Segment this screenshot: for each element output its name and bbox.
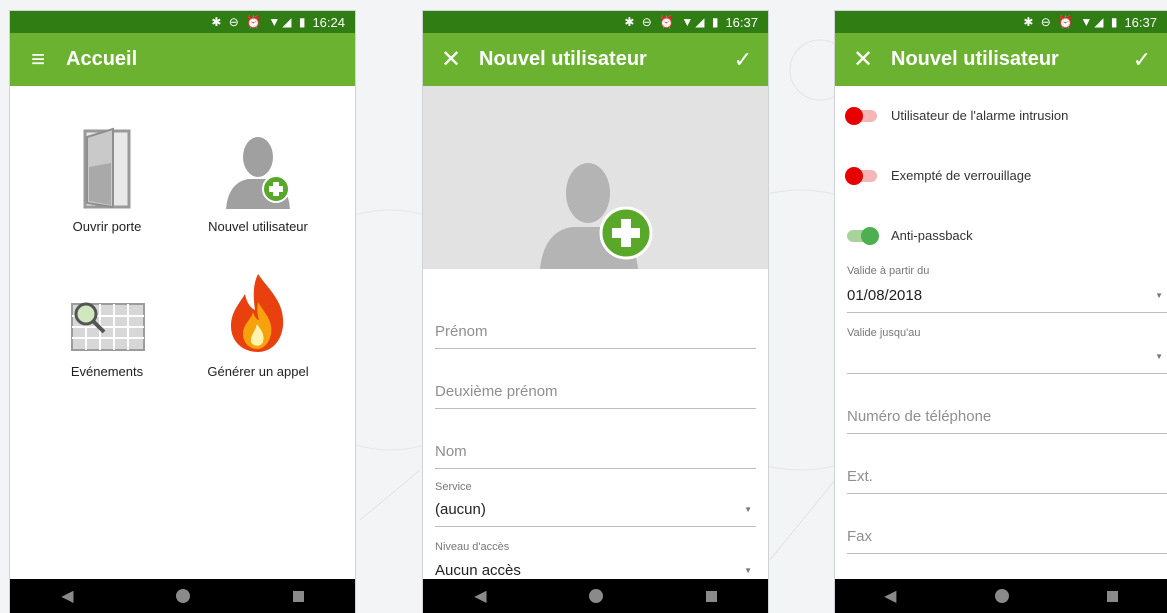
dropdown-caret-icon: ▼ xyxy=(1155,352,1163,361)
app-bar: ✕ Nouvel utilisateur ✓ xyxy=(835,33,1167,86)
door-icon xyxy=(83,127,131,209)
close-icon[interactable]: ✕ xyxy=(835,47,891,72)
status-bar: ✱ ⊖ ⏰ ▼◢ ▮ 16:24 xyxy=(10,11,355,33)
toggle-switch[interactable] xyxy=(845,166,877,185)
dropdown-caret-icon: ▼ xyxy=(1155,291,1163,300)
recent-apps-icon[interactable] xyxy=(1106,590,1118,602)
status-time: 16:24 xyxy=(312,14,345,30)
status-icons: ✱ ⊖ ⏰ ▼◢ ▮ xyxy=(211,15,308,29)
access-level-label: Niveau d'accès xyxy=(435,541,510,553)
dropdown-caret-icon: ▼ xyxy=(744,505,752,514)
dropdown-caret-icon: ▼ xyxy=(744,566,752,575)
valid-from-label: Valide à partir du xyxy=(847,265,930,277)
toggle-lock-exempt[interactable]: Exempté de verrouillage xyxy=(845,166,1032,185)
toggle-switch[interactable] xyxy=(845,106,877,125)
valid-from-value: 01/08/2018 xyxy=(847,287,923,304)
app-bar: ≡ Accueil xyxy=(10,33,355,86)
fire-icon xyxy=(231,274,284,352)
confirm-check-icon[interactable]: ✓ xyxy=(1117,47,1167,73)
recent-apps-icon[interactable] xyxy=(292,590,304,602)
tile-events[interactable]: Evénements xyxy=(32,264,182,379)
valid-from-select[interactable]: 01/08/2018 ▼ xyxy=(847,287,1167,313)
tile-label: Nouvel utilisateur xyxy=(208,219,308,234)
status-bar: ✱ ⊖ ⏰ ▼◢ ▮ 16:37 xyxy=(835,11,1167,33)
tile-label: Ouvrir porte xyxy=(72,219,142,234)
status-icons: ✱ ⊖ ⏰ ▼◢ ▮ xyxy=(624,15,721,29)
tile-label: Evénements xyxy=(70,364,144,379)
confirm-check-icon[interactable]: ✓ xyxy=(718,47,768,73)
tile-open-door[interactable]: Ouvrir porte xyxy=(32,119,182,234)
tile-new-user[interactable]: Nouvel utilisateur xyxy=(183,119,333,234)
status-time: 16:37 xyxy=(725,14,758,30)
menu-icon[interactable]: ≡ xyxy=(10,47,66,72)
toggle-intrusion-alarm-user[interactable]: Utilisateur de l'alarme intrusion xyxy=(845,106,1069,125)
valid-to-label: Valide jusqu'au xyxy=(847,327,921,339)
system-nav-bar: ◀ xyxy=(10,579,355,613)
phone-number-field[interactable]: Numéro de téléphone xyxy=(847,408,1167,434)
toggle-label: Utilisateur de l'alarme intrusion xyxy=(891,108,1069,123)
tile-label: Générer un appel xyxy=(207,364,309,379)
add-photo-icon xyxy=(539,163,652,269)
recent-apps-icon[interactable] xyxy=(705,590,717,602)
home-icon[interactable] xyxy=(994,589,1009,603)
toggle-label: Anti-passback xyxy=(891,228,973,243)
home-icon[interactable] xyxy=(589,589,604,603)
service-value: (aucun) xyxy=(435,501,486,518)
toggle-anti-passback[interactable]: Anti-passback xyxy=(847,226,973,245)
screen-home: ✱ ⊖ ⏰ ▼◢ ▮ 16:24 ≡ Accueil Ouvrir porte xyxy=(10,11,355,613)
system-nav-bar: ◀ xyxy=(423,579,768,613)
screen-new-user: ✱ ⊖ ⏰ ▼◢ ▮ 16:37 ✕ Nouvel utilisateur ✓ … xyxy=(423,11,768,613)
status-icons: ✱ ⊖ ⏰ ▼◢ ▮ xyxy=(1023,15,1120,29)
valid-to-select[interactable]: ▼ xyxy=(847,348,1167,374)
toggle-switch[interactable] xyxy=(847,226,879,245)
page-title: Nouvel utilisateur xyxy=(891,48,1059,70)
system-nav-bar: ◀ xyxy=(835,579,1167,613)
home-icon[interactable] xyxy=(176,589,191,603)
fax-field[interactable]: Fax xyxy=(847,528,1167,554)
events-calendar-icon xyxy=(71,302,145,351)
user-photo-area[interactable] xyxy=(423,86,768,269)
back-icon[interactable]: ◀ xyxy=(884,586,896,606)
service-label: Service xyxy=(435,481,472,493)
page-title: Accueil xyxy=(66,48,138,70)
first-name-field[interactable]: Prénom xyxy=(435,323,756,349)
middle-name-field[interactable]: Deuxième prénom xyxy=(435,383,756,409)
last-name-field[interactable]: Nom xyxy=(435,443,756,469)
close-icon[interactable]: ✕ xyxy=(423,47,479,72)
back-icon[interactable]: ◀ xyxy=(61,586,73,606)
page-title: Nouvel utilisateur xyxy=(479,48,647,70)
toggle-label: Exempté de verrouillage xyxy=(891,168,1032,183)
screen-new-user-details: ✱ ⊖ ⏰ ▼◢ ▮ 16:37 ✕ Nouvel utilisateur ✓ … xyxy=(835,11,1167,613)
access-level-value: Aucun accès xyxy=(435,562,521,579)
service-select[interactable]: (aucun) ▼ xyxy=(435,501,756,527)
back-icon[interactable]: ◀ xyxy=(474,586,486,606)
status-time: 16:37 xyxy=(1124,14,1157,30)
extension-field[interactable]: Ext. xyxy=(847,468,1167,494)
app-bar: ✕ Nouvel utilisateur ✓ xyxy=(423,33,768,86)
status-bar: ✱ ⊖ ⏰ ▼◢ ▮ 16:37 xyxy=(423,11,768,33)
tile-generate-call[interactable]: Générer un appel xyxy=(183,264,333,379)
add-user-icon xyxy=(226,137,290,209)
